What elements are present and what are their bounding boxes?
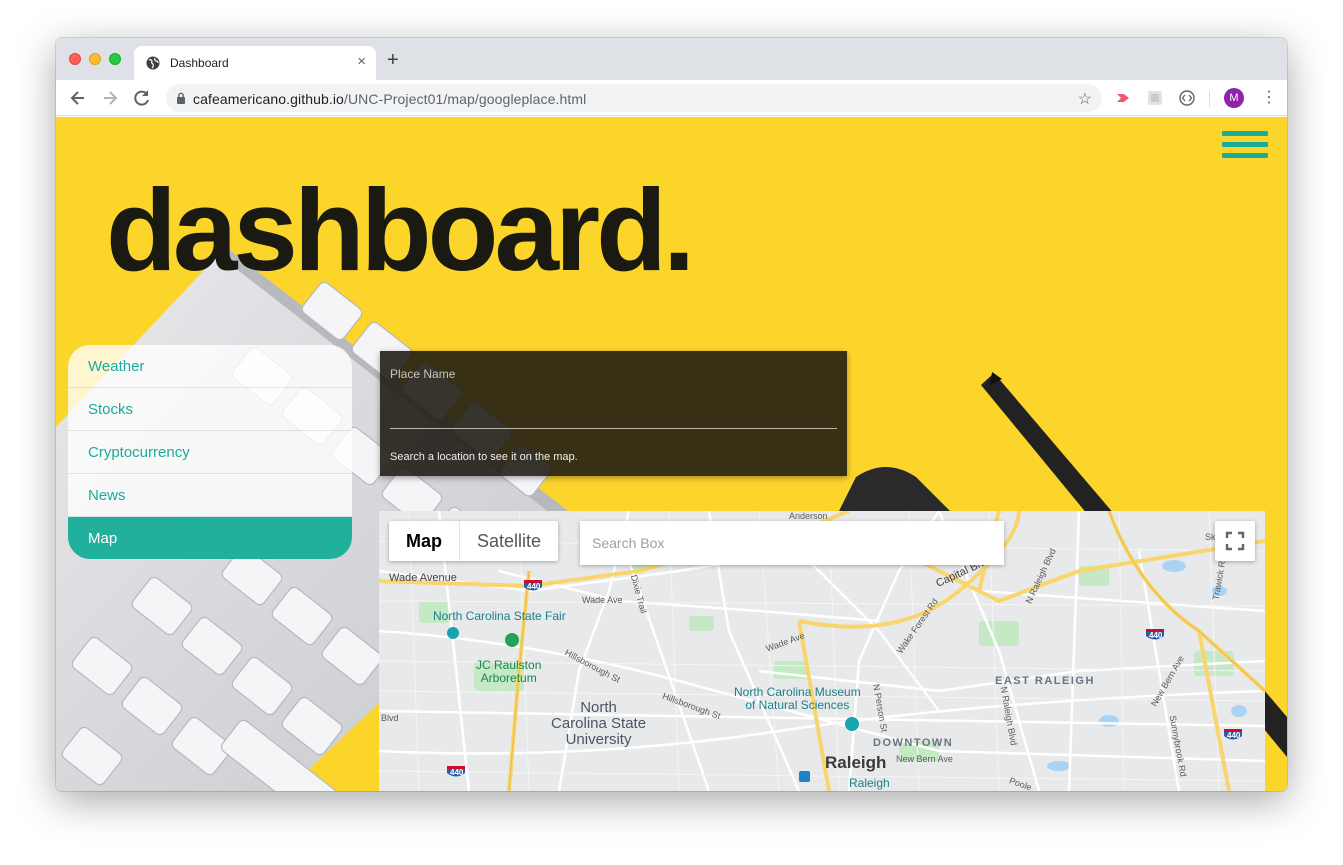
- sidebar-nav: Weather Stocks Cryptocurrency News Map: [68, 345, 352, 559]
- map-type-control: Map Satellite: [389, 521, 559, 561]
- map-label-raleigh-station: Raleigh: [849, 776, 890, 790]
- place-search-panel: Place Name Search a location to see it o…: [380, 351, 847, 476]
- bookmark-star-icon[interactable]: ☆: [1078, 89, 1092, 109]
- map-label-wade-ave: Wade Ave: [582, 595, 623, 605]
- toolbar-divider: [1209, 91, 1210, 107]
- sidebar-item-cryptocurrency[interactable]: Cryptocurrency: [68, 431, 352, 474]
- sidebar-item-news[interactable]: News: [68, 474, 352, 517]
- map-label-east-raleigh: EAST RALEIGH: [995, 675, 1095, 687]
- tab-bar: Dashboard × +: [56, 38, 1287, 80]
- sidebar-item-weather[interactable]: Weather: [68, 345, 352, 388]
- hamburger-menu-icon[interactable]: [1222, 131, 1268, 163]
- map-type-satellite-button[interactable]: Satellite: [460, 521, 558, 561]
- globe-icon: [146, 56, 160, 70]
- google-map[interactable]: 440 440 440 440 Wade Avenue Wade Ave Wad…: [379, 511, 1265, 791]
- address-bar[interactable]: cafeamericano.github.io/UNC-Project01/ma…: [166, 84, 1102, 112]
- url-text: cafeamericano.github.io/UNC-Project01/ma…: [193, 91, 587, 107]
- map-label-wade-avenue: Wade Avenue: [389, 572, 457, 584]
- map-label-blvd: Blvd: [381, 713, 399, 723]
- forward-arrow-icon[interactable]: [100, 88, 120, 108]
- page-title: dashboard.: [106, 165, 695, 295]
- map-type-map-button[interactable]: Map: [389, 521, 460, 561]
- extension-code-icon[interactable]: [1179, 90, 1195, 106]
- place-help-text: Search a location to see it on the map.: [390, 451, 578, 463]
- lock-icon: [177, 92, 185, 104]
- interstate-440-label: 440: [1149, 631, 1163, 640]
- map-label-nc-museum-natural-sciences: North Carolina Museum of Natural Science…: [734, 685, 861, 712]
- sidebar-item-map[interactable]: Map: [68, 517, 352, 559]
- museum-pin-icon: [845, 717, 859, 731]
- browser-window: Dashboard × + cafeamericano.github.io/UN…: [56, 38, 1287, 791]
- new-tab-button[interactable]: +: [387, 50, 399, 70]
- place-name-label: Place Name: [390, 367, 456, 381]
- garden-pin-icon: [505, 633, 519, 647]
- extension-grid-icon[interactable]: [1147, 90, 1163, 106]
- place-name-input[interactable]: [390, 385, 837, 429]
- map-search-input[interactable]: [580, 521, 1004, 565]
- fullscreen-button[interactable]: [1215, 521, 1255, 561]
- map-label-anderson: Anderson: [789, 511, 828, 521]
- interstate-440-label: 440: [1227, 731, 1241, 740]
- tab-dashboard[interactable]: Dashboard ×: [134, 46, 376, 80]
- maximize-window-button[interactable]: [109, 53, 121, 65]
- fairground-pin-icon: [447, 627, 459, 639]
- profile-avatar[interactable]: M: [1224, 88, 1244, 108]
- extension-arrow-icon[interactable]: [1115, 90, 1131, 106]
- more-menu-icon[interactable]: ⋮: [1261, 88, 1277, 108]
- interstate-440-label: 440: [527, 582, 541, 591]
- tab-title: Dashboard: [170, 56, 229, 70]
- map-label-downtown: DOWNTOWN: [873, 737, 954, 749]
- map-label-nc-state-fair: North Carolina State Fair: [433, 609, 566, 623]
- transit-station-icon: [799, 771, 810, 782]
- minimize-window-button[interactable]: [89, 53, 101, 65]
- close-tab-icon[interactable]: ×: [357, 54, 366, 70]
- sidebar-item-stocks[interactable]: Stocks: [68, 388, 352, 431]
- map-label-new-bern-ave: New Bern Ave: [896, 754, 953, 764]
- browser-toolbar: cafeamericano.github.io/UNC-Project01/ma…: [56, 80, 1287, 116]
- map-label-jc-raulston-arboretum: JC Raulston Arboretum: [476, 658, 542, 685]
- back-arrow-icon[interactable]: [68, 88, 88, 108]
- page-content: dashboard. Weather Stocks Cryptocurrency…: [56, 117, 1287, 791]
- map-label-raleigh: Raleigh: [825, 753, 887, 772]
- reload-icon[interactable]: [132, 88, 152, 108]
- map-label-nc-state-university: North Carolina State University: [551, 699, 647, 748]
- close-window-button[interactable]: [69, 53, 81, 65]
- interstate-440-label: 440: [450, 768, 464, 777]
- fullscreen-icon: [1225, 531, 1245, 551]
